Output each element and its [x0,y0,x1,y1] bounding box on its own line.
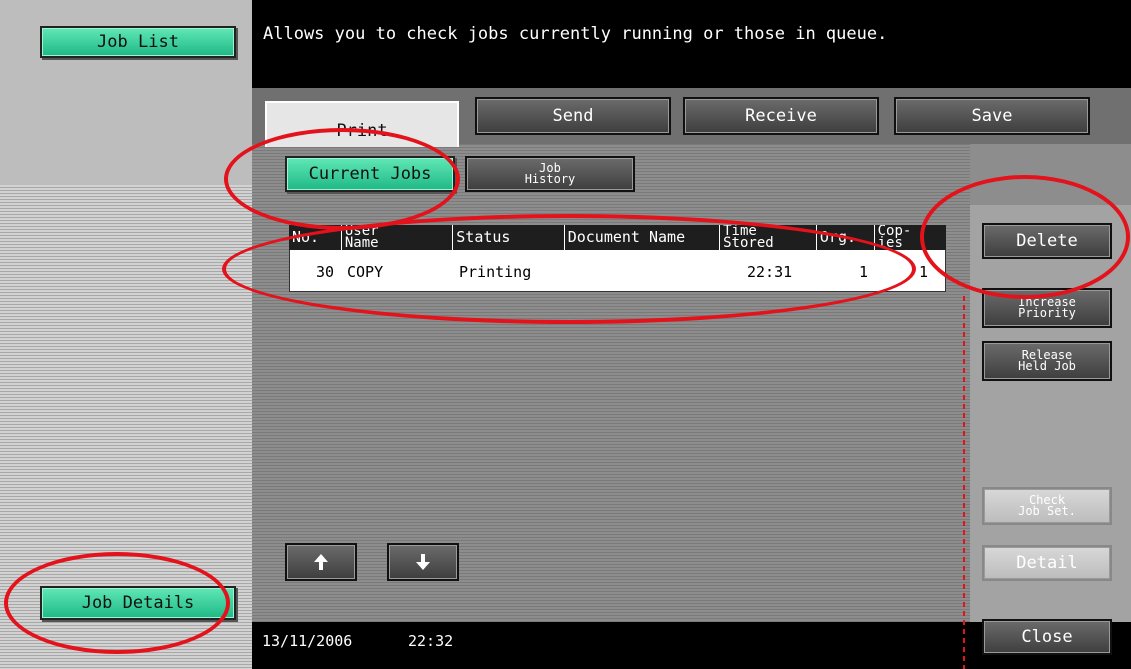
close-button[interactable]: Close [982,619,1112,655]
annotation-ellipse-job-row [222,214,916,324]
job-history-button[interactable]: Job History [465,156,635,192]
check-job-settings-button[interactable]: Check Job Set. [982,487,1112,525]
status-date: 13/11/2006 [262,632,353,650]
annotation-ellipse-delete [920,175,1130,299]
annotation-ellipse-job-details [4,552,230,654]
job-history-label-2: History [524,172,576,186]
message-bar [252,0,1131,88]
row-copies: 1 [919,263,929,281]
annotation-ellipse-current-jobs [224,128,460,230]
tab-receive[interactable]: Receive [683,97,879,135]
release-held-job-button[interactable]: Release Held Job [982,341,1112,381]
instruction-message: Allows you to check jobs currently runni… [263,24,888,44]
detail-button[interactable]: Detail [982,545,1112,581]
arrow-down-icon [416,554,430,570]
check-job-settings-label-2: Job Set. [1018,504,1076,518]
release-held-job-label-2: Held Job [1018,359,1076,373]
tab-save[interactable]: Save [894,97,1090,135]
scroll-up-button[interactable] [285,543,357,581]
job-list-button[interactable]: Job List [40,26,236,58]
increase-priority-label-2: Priority [1018,306,1076,320]
status-time: 22:32 [408,632,454,650]
tab-send[interactable]: Send [475,97,671,135]
scroll-down-button[interactable] [387,543,459,581]
arrow-up-icon [314,554,328,570]
annotation-dashed-line [963,296,965,669]
